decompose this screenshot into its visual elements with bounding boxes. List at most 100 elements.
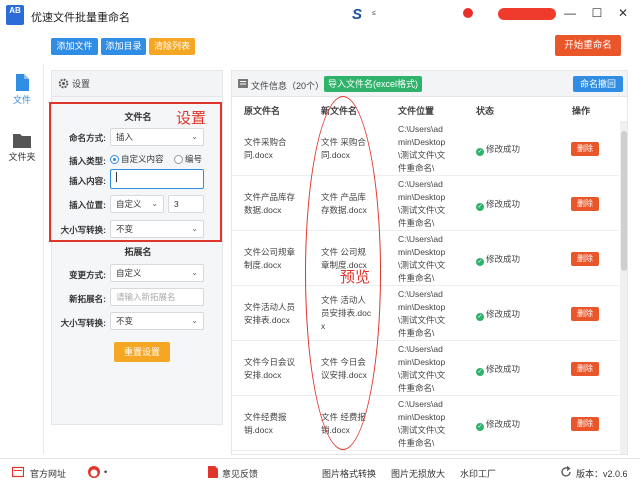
pdf-feedback-icon (208, 466, 218, 478)
official-website-link[interactable]: 官方网址 (30, 467, 66, 480)
table-row[interactable]: 文件采购合 同.docx 文件 采购合 同.docx C:\Users\ad m… (232, 121, 619, 176)
check-circle-icon: ✓ (476, 203, 484, 211)
clear-list-button[interactable]: 清除列表 (149, 38, 195, 55)
website-icon (12, 466, 24, 478)
delete-button[interactable]: 删除 (571, 307, 599, 321)
chevron-down-icon: ⌄ (191, 268, 198, 277)
import-excel-button[interactable]: 导入文件名(excel格式) (324, 76, 422, 92)
image-convert-link[interactable]: 图片格式转换 (322, 467, 376, 480)
extension-mode-select[interactable]: 自定义 ⌄ (110, 264, 204, 282)
file-location: C:\Users\ad min\Desktop \测试文件\文 件重命名\ (398, 289, 446, 338)
insert-type-number-radio[interactable]: 编号 (174, 153, 202, 165)
filename-case-select[interactable]: 不变 ⌄ (110, 220, 204, 238)
original-name: 文件今日会议 安排.docx (244, 357, 296, 380)
file-list-panel: 文件信息（20个） 导入文件名(excel格式) 命名撤回 原文件名 新文件名 … (231, 70, 628, 455)
add-file-button[interactable]: 添加文件 (51, 38, 98, 55)
check-circle-icon: ✓ (476, 313, 484, 321)
brand-sub-icon: ≤ (372, 10, 376, 17)
start-rename-button[interactable]: 开始重命名 (555, 35, 621, 56)
check-circle-icon: ✓ (476, 148, 484, 156)
insert-content-label: 插入内容: (69, 176, 106, 186)
table-row[interactable]: 文件产品库存 数据.docx 文件 产品库 存数据.docx C:\Users\… (232, 176, 619, 231)
file-location: C:\Users\ad min\Desktop \测试文件\文 件重命名\ (398, 344, 446, 393)
delete-button[interactable]: 删除 (571, 197, 599, 211)
file-icon (16, 74, 29, 91)
sidebar-item-file[interactable]: 文件 (0, 74, 44, 106)
sidebar-item-label: 文件 (12, 95, 31, 105)
chevron-down-icon: ⌄ (151, 199, 158, 208)
insert-type-custom-radio[interactable]: 自定义内容 (110, 153, 164, 165)
chevron-down-icon: ⌄ (191, 316, 198, 325)
status-badge: ✓ 修改成功 (476, 364, 521, 376)
settings-title: 设置 (72, 79, 91, 89)
check-circle-icon: ✓ (476, 368, 484, 376)
footer: 官方网址 • 意见反馈 图片格式转换 图片无损放大 水印工厂 版本：v2.0.6 (0, 458, 640, 486)
insert-position-number[interactable]: 3 (168, 195, 204, 213)
status-badge: ✓ 修改成功 (476, 254, 521, 266)
new-extension-label: 新拓展名: (69, 294, 106, 304)
app-logo: AB (6, 5, 24, 25)
customer-service-icon (88, 466, 100, 478)
filename-case-label: 大小写转换: (60, 225, 106, 235)
settings-header: 设置 (52, 71, 222, 97)
extension-case-select[interactable]: 不变 ⌄ (110, 312, 204, 330)
column-header: 原文件名 (244, 106, 281, 116)
sidebar-item-folder[interactable]: 文件夹 (0, 132, 44, 163)
refresh-icon (561, 466, 571, 477)
check-circle-icon: ✓ (476, 423, 484, 431)
image-enlarge-link[interactable]: 图片无损放大 (391, 467, 445, 480)
table-row[interactable]: 文件活动人员 安排表.docx 文件 活动人 员安排表.doc x C:\Use… (232, 286, 619, 341)
check-circle-icon: ✓ (476, 258, 484, 266)
scrollbar[interactable] (620, 121, 627, 454)
close-icon[interactable]: ✕ (615, 5, 631, 21)
original-name: 文件采购合 同.docx (244, 137, 287, 160)
insert-position-select[interactable]: 自定义 ⌄ (110, 195, 164, 213)
user-avatar[interactable] (463, 8, 473, 18)
folder-icon (13, 134, 31, 148)
new-extension-input[interactable]: 请输入新拓展名 (110, 288, 204, 306)
gear-icon (58, 78, 69, 89)
undo-rename-button[interactable]: 命名撤回 (573, 76, 623, 92)
restore-icon[interactable]: ☐ (589, 5, 605, 21)
delete-button[interactable]: 删除 (571, 417, 599, 431)
brand-logo: S (352, 6, 363, 23)
chevron-down-icon: ⌄ (191, 132, 198, 141)
table-row[interactable]: 文件今日会议 安排.docx 文件 今日会 议安排.docx C:\Users\… (232, 341, 619, 396)
minimize-icon[interactable]: — (562, 5, 578, 21)
original-name: 文件产品库存 数据.docx (244, 192, 296, 215)
table-row[interactable]: 文件经费报 销.docx 文件 经费报 销.docx C:\Users\ad m… (232, 396, 619, 451)
file-location: C:\Users\ad min\Desktop \测试文件\文 件重命名\ (398, 234, 446, 283)
status-badge: ✓ 修改成功 (476, 144, 521, 156)
file-location: C:\Users\ad min\Desktop \测试文件\文 件重命名\ (398, 124, 446, 173)
table-body: 文件采购合 同.docx 文件 采购合 同.docx C:\Users\ad m… (232, 121, 619, 454)
add-directory-button[interactable]: 添加目录 (101, 38, 146, 55)
delete-button[interactable]: 删除 (571, 362, 599, 376)
sidebar-item-label: 文件夹 (8, 152, 36, 162)
table-header: 原文件名 新文件名 文件位置 状态 操作 (232, 99, 627, 121)
settings-panel: 设置 设置 文件名 命名方式: 插入 ⌄ 插入类型: 自定义内容 编号 插入内容… (49, 70, 223, 425)
watermark-link[interactable]: 水印工厂 (460, 467, 496, 480)
column-header: 操作 (572, 106, 591, 116)
delete-button[interactable]: 删除 (571, 142, 599, 156)
naming-mode-select[interactable]: 插入 ⌄ (110, 128, 204, 146)
user-link[interactable]: • (104, 467, 107, 477)
insert-content-input[interactable] (110, 169, 204, 189)
preview-annotation: 预览 (340, 268, 371, 286)
column-header: 文件位置 (398, 106, 435, 116)
original-name: 文件活动人员 安排表.docx (244, 302, 296, 325)
original-name: 文件公司规章 制度.docx (244, 247, 296, 270)
file-location: C:\Users\ad min\Desktop \测试文件\文 件重命名\ (398, 399, 446, 448)
status-badge: ✓ 修改成功 (476, 199, 521, 211)
original-name: 文件经费报 销.docx (244, 412, 287, 435)
user-account-badge[interactable] (498, 8, 556, 20)
filename-section-title: 文件名 (124, 112, 152, 122)
radio-unchecked-icon (174, 155, 183, 164)
sidebar: 文件 文件夹 (0, 64, 44, 454)
file-list-header: 文件信息（20个） 导入文件名(excel格式) 命名撤回 (232, 71, 627, 97)
naming-mode-label: 命名方式: (69, 133, 106, 143)
scrollbar-thumb[interactable] (621, 131, 627, 271)
delete-button[interactable]: 删除 (571, 252, 599, 266)
feedback-link[interactable]: 意见反馈 (222, 467, 258, 480)
table-row[interactable]: 文件公司规章 制度.docx 文件 公司规 章制度.docx C:\Users\… (232, 231, 619, 286)
reset-settings-button[interactable]: 重置设置 (114, 342, 170, 362)
